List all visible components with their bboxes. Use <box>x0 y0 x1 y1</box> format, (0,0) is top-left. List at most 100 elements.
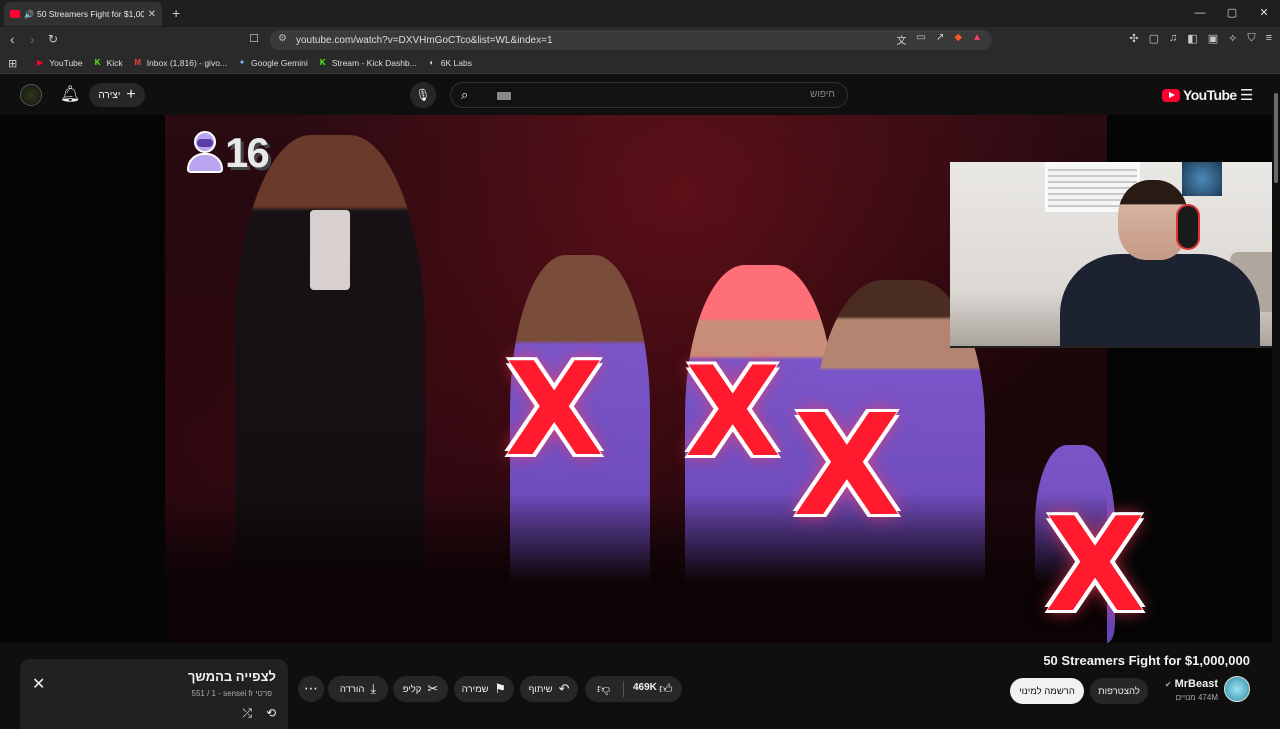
scrollbar-thumb[interactable] <box>1274 93 1278 183</box>
youtube-header: 🔔︎ יצירה + 🎙︎ ⌕ חיפוש YouTube ☰ <box>0 75 1280 115</box>
like-icon[interactable]: 👍︎ <box>659 681 673 697</box>
panel-icon[interactable]: ◧ <box>1187 32 1197 45</box>
bookmark-gemini[interactable]: ✦ Google Gemini <box>237 58 308 68</box>
kick-icon: K <box>319 58 326 67</box>
translate-icon[interactable]: 文 <box>897 32 907 47</box>
youtube-play-icon <box>1162 88 1180 102</box>
verified-icon: ✔ <box>1164 679 1172 689</box>
logo-text: YouTube <box>1183 87 1237 103</box>
video-info-area: 50 Streamers Fight for $1,000,000 ✔ MrBe… <box>0 643 1280 729</box>
rewards-icon[interactable]: ▲ <box>972 32 982 47</box>
site-settings-icon[interactable]: ⚙ <box>278 33 287 44</box>
bookmark-youtube[interactable]: ▶ YouTube <box>35 58 82 68</box>
channel-name: MrBeast <box>1174 678 1218 690</box>
vpn-icon[interactable]: ⛉ <box>1247 32 1255 45</box>
page-scrollbar[interactable] <box>1272 75 1280 720</box>
tab-title: 50 Streamers Fight for $1,000,000 <box>36 9 144 19</box>
create-label: יצירה <box>98 89 121 101</box>
like-count[interactable]: 469K <box>633 682 657 693</box>
share-button[interactable]: שיתוף ↶ <box>520 676 578 702</box>
bookmark-icon: ⚑ <box>494 681 507 696</box>
playlist-title[interactable]: לצפייה בהמשך <box>188 669 276 684</box>
close-tab-icon[interactable]: ✕ <box>148 9 156 20</box>
loop-icon[interactable]: ⟲ <box>266 706 276 721</box>
bookmark-kick[interactable]: K Kick <box>93 58 123 68</box>
youtube-logo[interactable]: YouTube <box>1162 87 1237 103</box>
url-actions: 文 ▭ ↗ ◆ ▲ <box>897 32 982 47</box>
download-icon: ⤓ <box>370 681 377 696</box>
youtube-favicon-icon <box>10 10 20 18</box>
playlist-panel: ✕ לצפייה בהמשך 551 / 1 - sensei fr פרטי … <box>20 659 288 729</box>
microphone-icon: 🎙︎ <box>415 88 431 102</box>
bookmark-gmail[interactable]: M Inbox (1,816) - givo... <box>133 58 227 68</box>
bookmark-6k-labs[interactable]: ◐ 6K Labs <box>427 58 472 68</box>
close-window-button[interactable]: ✕ <box>1248 0 1280 27</box>
brave-shield-icon[interactable]: ◆ <box>954 32 962 47</box>
browser-menu-icon[interactable]: ≡ <box>1266 32 1272 45</box>
reload-icon[interactable]: ↻ <box>48 32 58 46</box>
playlist-controls: ⤮ ⟲ <box>242 706 276 721</box>
browser-tab[interactable]: 🔊 50 Streamers Fight for $1,000,000 ✕ <box>4 2 162 26</box>
contestant-icon <box>185 131 223 175</box>
sidebar-icon[interactable]: ▢ <box>1149 32 1159 45</box>
share-icon[interactable]: ↗ <box>936 32 944 47</box>
more-actions-button[interactable]: ⋯ <box>298 676 324 702</box>
scissors-icon: ✂ <box>427 681 439 696</box>
music-icon[interactable]: ♫ <box>1169 32 1177 45</box>
account-avatar[interactable] <box>20 84 42 106</box>
notifications-bell-icon[interactable]: 🔔︎ <box>60 84 80 104</box>
voice-search-button[interactable]: 🎙︎ <box>410 82 436 108</box>
wallet-icon[interactable]: ▣ <box>1208 32 1218 45</box>
channel-avatar[interactable] <box>1224 676 1250 702</box>
cast-icon[interactable]: ▭ <box>917 32 926 47</box>
back-icon[interactable]: ‹ <box>10 31 15 47</box>
save-label: שמירה <box>461 683 489 695</box>
close-playlist-icon[interactable]: ✕ <box>32 674 45 694</box>
channel-name-row[interactable]: ✔ MrBeast <box>1165 678 1218 690</box>
remaining-counter: 16 <box>185 129 270 177</box>
download-button[interactable]: הורדה ⤓ <box>328 676 388 702</box>
headphones-icon <box>1176 204 1200 250</box>
youtube-icon: ▶ <box>37 58 44 67</box>
clip-button[interactable]: קליפ ✂ <box>393 676 448 702</box>
webcam-overlay <box>950 162 1272 348</box>
clip-label: קליפ <box>402 683 422 695</box>
elimination-x-icon: X <box>685 341 781 485</box>
save-button[interactable]: שמירה ⚑ <box>454 676 514 702</box>
join-button[interactable]: להצטרפות <box>1090 678 1148 704</box>
bookmark-page-icon[interactable]: ☐ <box>249 32 259 45</box>
apps-grid-icon[interactable]: ⊞ <box>8 57 17 70</box>
forward-icon[interactable]: › <box>30 31 35 47</box>
subscribe-button[interactable]: הרשמה למינוי <box>1010 678 1084 704</box>
floor-shadow <box>165 493 1107 643</box>
create-button[interactable]: יצירה + <box>89 83 145 107</box>
bookmark-kick-dashboard[interactable]: K Stream - Kick Dashb... <box>318 58 417 68</box>
shuffle-icon[interactable]: ⤮ <box>242 706 252 721</box>
playlist-meta: 551 / 1 - sensei fr פרטי <box>191 689 272 698</box>
6k-labs-icon: ◐ <box>429 58 435 67</box>
search-icon[interactable]: ⌕ <box>461 87 468 103</box>
video-player[interactable]: X X X X 16 <box>0 115 1272 643</box>
url-field[interactable]: ⚙ youtube.com/watch?v=DXVHmGoCTco&list=W… <box>270 30 992 50</box>
plus-icon: + <box>126 86 136 103</box>
maximize-button[interactable]: ▢ <box>1216 0 1248 27</box>
window-controls: — ▢ ✕ <box>1184 0 1280 27</box>
browser-tab-bar: 🔊 50 Streamers Fight for $1,000,000 ✕ + … <box>0 0 1280 27</box>
address-toolbar: ‹ › ↻ ☐ ⚙ youtube.com/watch?v=DXVHmGoCTc… <box>0 27 1280 53</box>
gemini-icon: ✦ <box>238 58 246 67</box>
like-dislike-group: 👎︎ 469K 👍︎ <box>585 676 682 702</box>
share-arrow-icon: ↶ <box>558 681 570 696</box>
new-tab-button[interactable]: + <box>172 5 180 21</box>
gmail-icon: M <box>134 58 142 67</box>
guide-menu-icon[interactable]: ☰ <box>1240 86 1253 104</box>
search-input[interactable]: ⌕ חיפוש <box>450 82 848 108</box>
elimination-x-icon: X <box>505 336 604 485</box>
share-label: שיתוף <box>528 683 553 695</box>
keyboard-icon[interactable] <box>497 92 511 100</box>
dislike-icon[interactable]: 👎︎ <box>597 681 610 697</box>
elimination-x-icon: X <box>793 385 901 548</box>
speaker-icon[interactable]: 🔊 <box>24 10 34 19</box>
extensions-icon[interactable]: ✣ <box>1129 32 1138 45</box>
minimize-button[interactable]: — <box>1184 0 1216 27</box>
leo-ai-icon[interactable]: ✧ <box>1228 32 1237 45</box>
